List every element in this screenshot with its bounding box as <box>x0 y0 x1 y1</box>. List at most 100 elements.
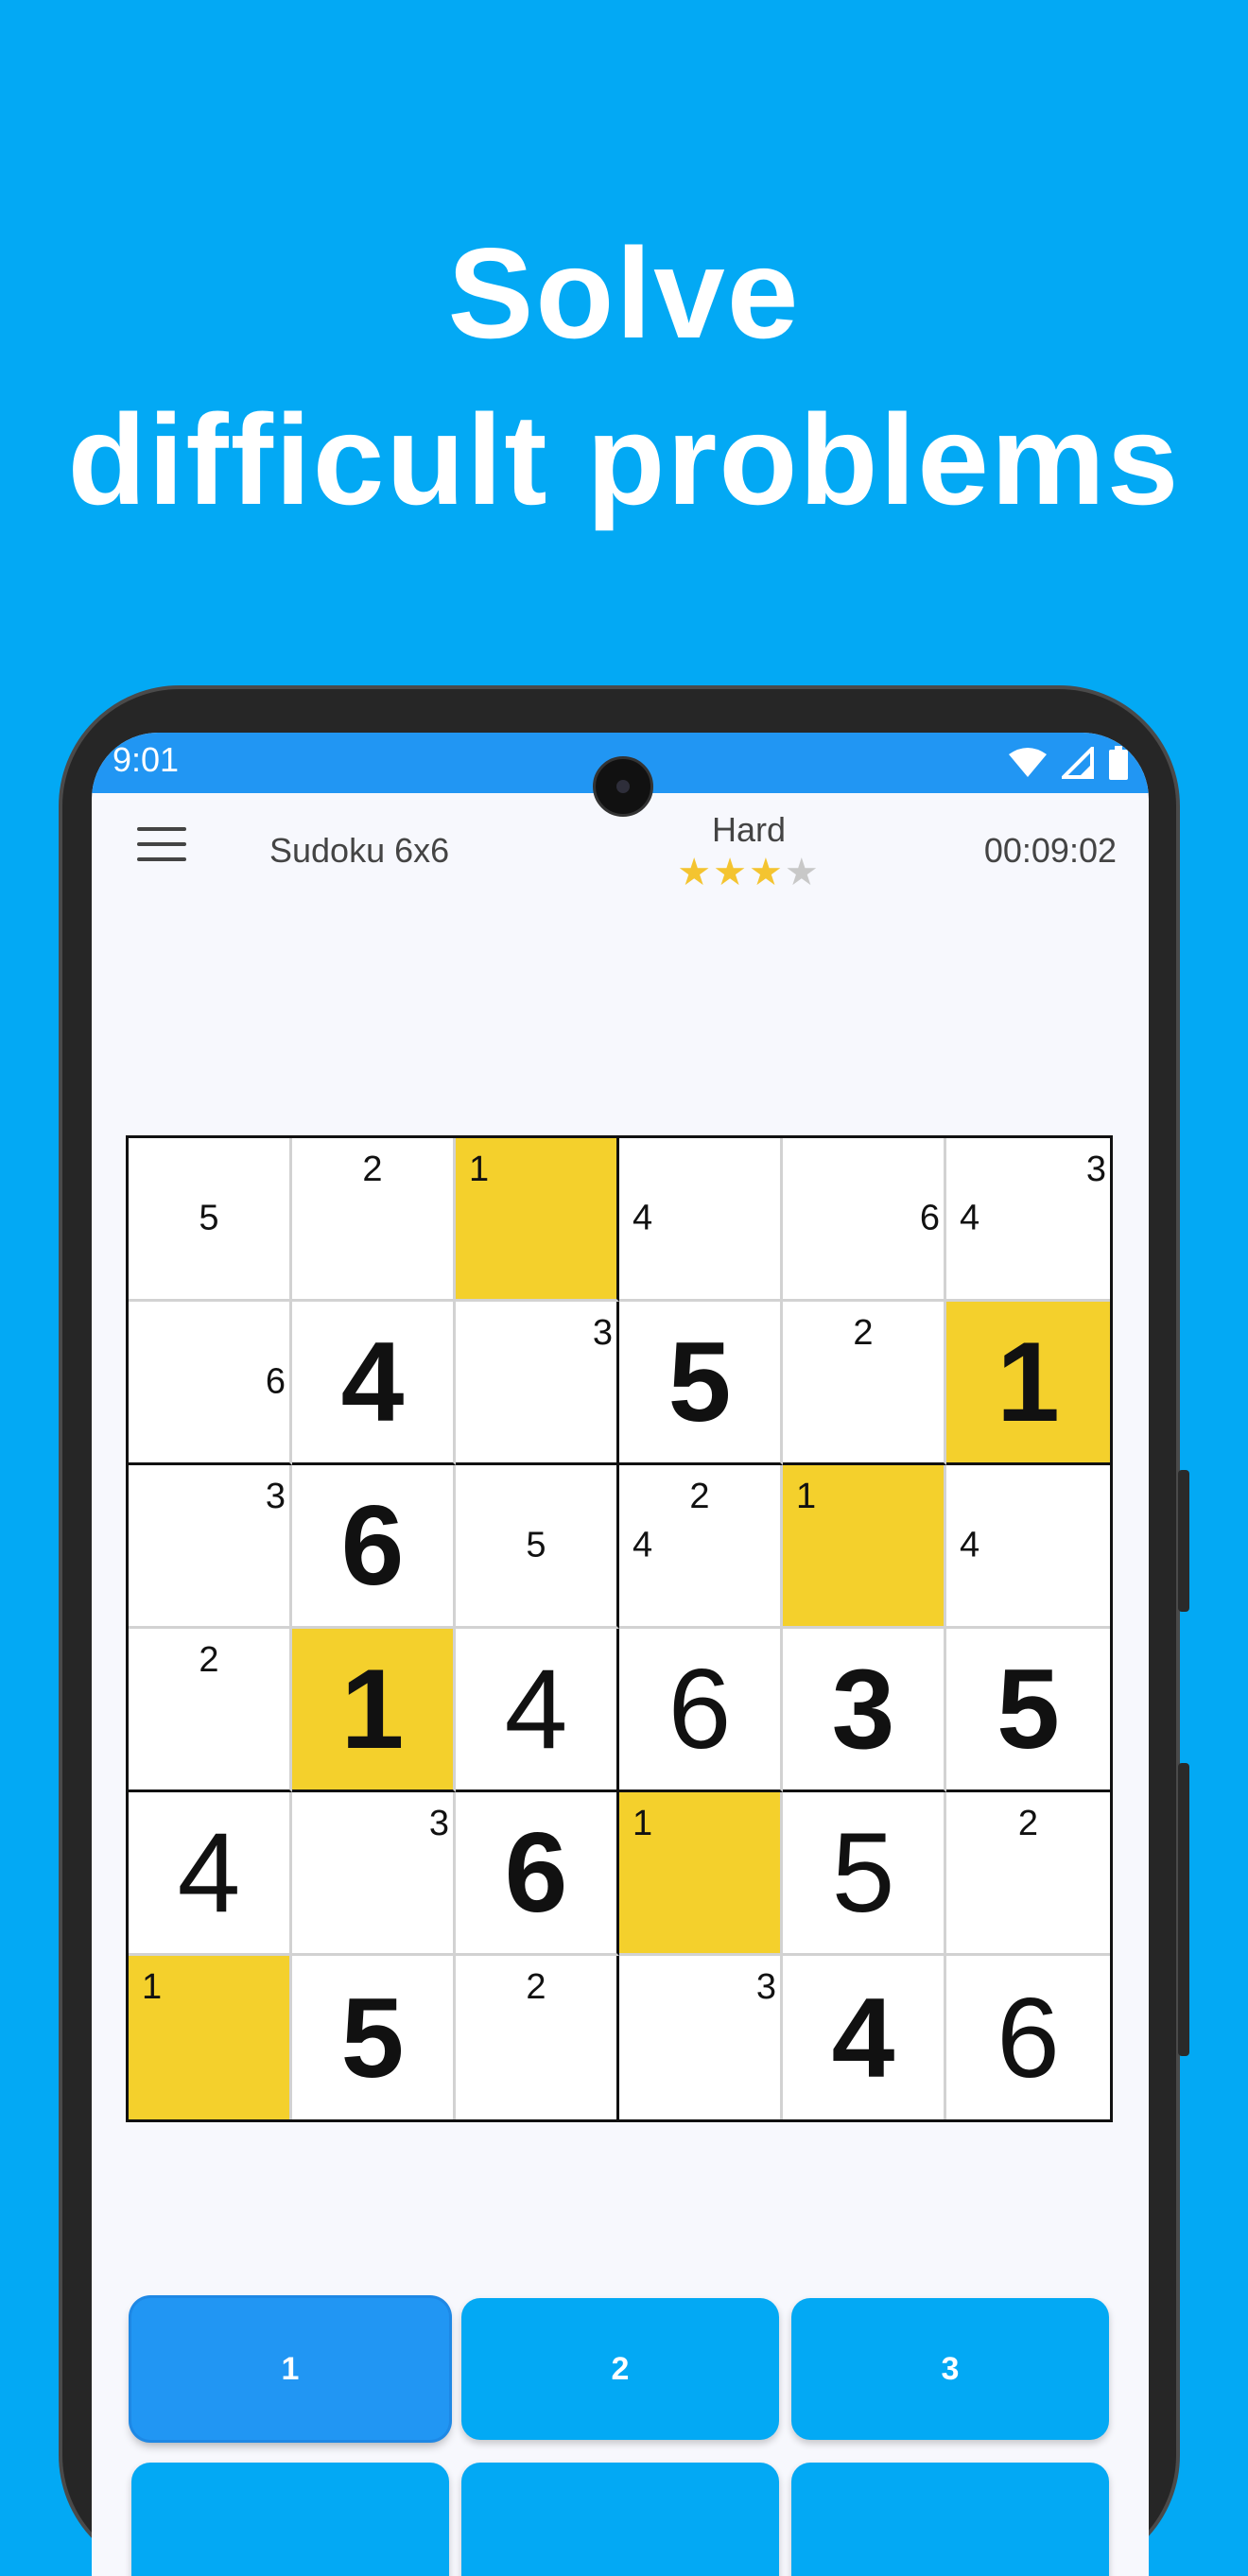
board-cell-r1-c6[interactable]: 34 <box>946 1138 1110 1302</box>
board-cell-r2-c2[interactable]: 4 <box>292 1302 456 1465</box>
board-cell-r3-c3[interactable]: 5 <box>456 1465 619 1629</box>
battery-icon <box>1109 746 1128 780</box>
board-cell-r2-c6[interactable]: 1 <box>946 1302 1110 1465</box>
cell-value: 6 <box>667 1646 732 1772</box>
board-cell-r5-c3[interactable]: 6 <box>456 1792 619 1956</box>
cell-value: 6 <box>340 1482 405 1609</box>
cell-value: 5 <box>340 1974 405 2101</box>
number-key-row2-2[interactable] <box>461 2463 779 2576</box>
board-cell-r4-c1[interactable]: 2 <box>129 1629 292 1792</box>
board-cell-r4-c5[interactable]: 3 <box>783 1629 946 1792</box>
number-key-3[interactable]: 3 <box>791 2298 1109 2440</box>
board-cell-r6-c6[interactable]: 6 <box>946 1956 1110 2119</box>
board-cell-r2-c4[interactable]: 5 <box>619 1302 783 1465</box>
phone-screen: 9:01 Sudoku 6x6 Hard ★★★★ 00:09:02 52146 <box>92 733 1149 2576</box>
board-cell-r5-c5[interactable]: 5 <box>783 1792 946 1956</box>
cell-note: 4 <box>960 1198 980 1238</box>
cell-note: 1 <box>796 1477 817 1516</box>
board-cell-r3-c5[interactable]: 1 <box>783 1465 946 1629</box>
board-cell-r3-c6[interactable]: 4 <box>946 1465 1110 1629</box>
board-cell-r4-c3[interactable]: 4 <box>456 1629 619 1792</box>
cell-value: 5 <box>997 1646 1060 1772</box>
cell-note: 1 <box>469 1150 490 1189</box>
menu-icon[interactable] <box>137 827 186 865</box>
board-cell-r1-c2[interactable]: 2 <box>292 1138 456 1302</box>
cell-note: 5 <box>199 1198 219 1238</box>
cell-note: 2 <box>1017 1804 1039 1843</box>
number-key-1[interactable]: 1 <box>131 2298 449 2440</box>
board-cell-r5-c1[interactable]: 4 <box>129 1792 292 1956</box>
cell-note: 3 <box>265 1477 286 1516</box>
app-title: Sudoku 6x6 <box>269 831 450 870</box>
cell-note: 1 <box>142 1967 163 2007</box>
cell-value: 1 <box>340 1646 405 1772</box>
cell-note: 3 <box>1085 1150 1106 1189</box>
signal-icon <box>1062 747 1094 779</box>
headline-line-1: Solve <box>447 221 801 365</box>
cell-value: 6 <box>997 1974 1060 2101</box>
difficulty-label: Hard <box>711 810 787 849</box>
volume-button <box>1178 1470 1189 1612</box>
board-cell-r3-c2[interactable]: 6 <box>292 1465 456 1629</box>
cell-value: 4 <box>177 1809 241 1936</box>
board-cell-r2-c5[interactable]: 2 <box>783 1302 946 1465</box>
board-cell-r2-c3[interactable]: 3 <box>456 1302 619 1465</box>
cell-note: 2 <box>199 1640 219 1680</box>
board-cell-r1-c4[interactable]: 4 <box>619 1138 783 1302</box>
app-bar: Sudoku 6x6 Hard ★★★★ 00:09:02 <box>92 793 1149 935</box>
number-key-row2-3[interactable] <box>791 2463 1109 2576</box>
cell-value: 4 <box>504 1646 568 1772</box>
cell-note: 5 <box>526 1525 546 1565</box>
cell-note: 4 <box>960 1525 980 1565</box>
cell-note: 6 <box>265 1361 286 1402</box>
cell-note: 2 <box>689 1477 710 1516</box>
board-cell-r4-c6[interactable]: 5 <box>946 1629 1110 1792</box>
game-timer: 00:09:02 <box>983 831 1117 870</box>
cell-note: 2 <box>853 1313 874 1353</box>
cell-value: 5 <box>667 1319 732 1445</box>
board-cell-r6-c5[interactable]: 4 <box>783 1956 946 2119</box>
cell-value: 4 <box>831 1974 895 2101</box>
number-key-2[interactable]: 2 <box>461 2298 779 2440</box>
cell-note: 2 <box>362 1150 383 1189</box>
cell-value: 6 <box>504 1809 568 1936</box>
board-cell-r3-c4[interactable]: 24 <box>619 1465 783 1629</box>
cell-note: 4 <box>633 1198 653 1238</box>
star-filled-icon: ★ <box>749 852 785 893</box>
star-filled-icon: ★ <box>677 852 714 893</box>
board-cell-r6-c4[interactable]: 3 <box>619 1956 783 2119</box>
number-key-row2-1[interactable] <box>131 2463 449 2576</box>
cell-value: 4 <box>340 1319 405 1445</box>
board-cell-r5-c2[interactable]: 3 <box>292 1792 456 1956</box>
board-cell-r4-c4[interactable]: 6 <box>619 1629 783 1792</box>
star-empty-icon: ★ <box>784 852 821 893</box>
board-cell-r3-c1[interactable]: 3 <box>129 1465 292 1629</box>
cell-note: 6 <box>919 1198 940 1238</box>
board-cell-r1-c5[interactable]: 6 <box>783 1138 946 1302</box>
cell-note: 4 <box>633 1525 653 1565</box>
board-cell-r6-c2[interactable]: 5 <box>292 1956 456 2119</box>
cell-value: 5 <box>831 1809 895 1936</box>
board-cell-r6-c1[interactable]: 1 <box>129 1956 292 2119</box>
board-cell-r6-c3[interactable]: 2 <box>456 1956 619 2119</box>
board-cell-r5-c6[interactable]: 2 <box>946 1792 1110 1956</box>
headline: Solve difficult problems <box>0 210 1248 543</box>
star-filled-icon: ★ <box>713 852 749 893</box>
status-icons <box>1009 742 1128 784</box>
board-cell-r5-c4[interactable]: 1 <box>619 1792 783 1956</box>
cell-note: 3 <box>592 1313 613 1353</box>
cell-note: 2 <box>526 1967 546 2007</box>
status-time: 9:01 <box>113 740 180 779</box>
board-cell-r1-c3[interactable]: 1 <box>456 1138 619 1302</box>
sudoku-board: 52146346435213652414214635436152152346 <box>126 1135 1113 2122</box>
board-cell-r2-c1[interactable]: 6 <box>129 1302 292 1465</box>
board-cell-r1-c1[interactable]: 5 <box>129 1138 292 1302</box>
cell-value: 3 <box>831 1646 895 1772</box>
headline-line-2: difficult problems <box>67 388 1181 531</box>
wifi-icon <box>1009 748 1047 777</box>
cell-note: 3 <box>428 1804 449 1843</box>
difficulty-stars: ★★★★ <box>668 854 829 891</box>
cell-value: 1 <box>997 1319 1060 1445</box>
cell-note: 1 <box>633 1804 653 1843</box>
board-cell-r4-c2[interactable]: 1 <box>292 1629 456 1792</box>
